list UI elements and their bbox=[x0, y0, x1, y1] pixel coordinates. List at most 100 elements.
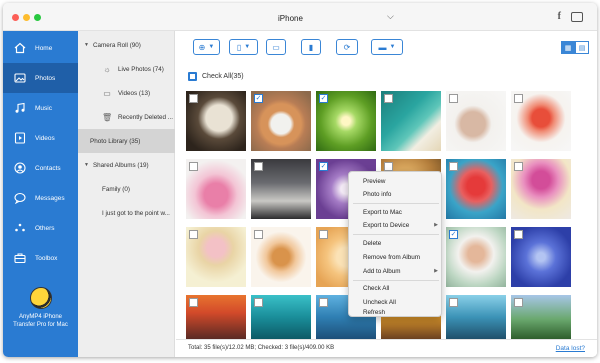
tree-item-camera-roll[interactable]: ▼ Camera Roll (90) bbox=[78, 33, 175, 57]
photo-checkbox[interactable] bbox=[254, 230, 263, 239]
photo-thumbnail[interactable] bbox=[251, 295, 311, 339]
photo-checkbox[interactable]: ✓ bbox=[319, 94, 328, 103]
submenu-arrow-icon: ▶ bbox=[434, 268, 438, 274]
photo-thumbnail[interactable] bbox=[381, 91, 441, 151]
photo-checkbox[interactable] bbox=[319, 230, 328, 239]
photo-checkbox[interactable] bbox=[514, 230, 523, 239]
context-menu: Preview Photo info Export to Mac Export … bbox=[348, 171, 442, 317]
photo-checkbox[interactable] bbox=[449, 298, 458, 307]
delete-button[interactable]: ▮ bbox=[301, 39, 321, 55]
tree-item-live-photos[interactable]: ☼ Live Photos (74) bbox=[78, 57, 175, 81]
menu-item-add-to-album[interactable]: Add to Album ▶ bbox=[349, 264, 443, 278]
photo-thumbnail[interactable] bbox=[511, 159, 571, 219]
caret-down-icon: ▼ bbox=[244, 44, 251, 50]
brand-name-line2: Transfer Pro for Mac bbox=[13, 322, 68, 328]
zoom-window-button[interactable] bbox=[34, 14, 41, 21]
menu-item-refresh[interactable]: Refresh bbox=[349, 308, 443, 317]
others-icon bbox=[13, 221, 27, 235]
menu-item-uncheck-all[interactable]: Uncheck All bbox=[349, 295, 443, 309]
minimize-window-button[interactable] bbox=[23, 14, 30, 21]
photo-checkbox[interactable] bbox=[449, 94, 458, 103]
tree-item-recently-deleted[interactable]: 🗑︎ Recently Deleted ... bbox=[78, 105, 175, 129]
sidebar-item-toolbox[interactable]: Toolbox bbox=[3, 243, 78, 273]
photos-icon bbox=[13, 71, 27, 85]
sidebar-item-music[interactable]: Music bbox=[3, 93, 78, 123]
tree-item-family[interactable]: Family (0) bbox=[78, 177, 175, 201]
photo-thumbnail[interactable] bbox=[511, 295, 571, 339]
photo-checkbox[interactable]: ✓ bbox=[319, 162, 328, 171]
sidebar-item-videos[interactable]: Videos bbox=[3, 123, 78, 153]
photo-thumbnail[interactable] bbox=[186, 227, 246, 287]
video-icon: ▭ bbox=[103, 88, 111, 98]
sidebar-item-contacts[interactable]: Contacts bbox=[3, 153, 78, 183]
photo-checkbox[interactable] bbox=[319, 298, 328, 307]
photo-checkbox[interactable] bbox=[384, 94, 393, 103]
photo-thumbnail[interactable] bbox=[446, 295, 506, 339]
photo-thumbnail[interactable] bbox=[186, 159, 246, 219]
photo-checkbox[interactable] bbox=[189, 230, 198, 239]
photo-thumbnail[interactable] bbox=[511, 91, 571, 151]
toolbox-menu-button[interactable]: ▬ ▼ bbox=[371, 39, 403, 55]
menu-item-preview[interactable]: Preview bbox=[349, 174, 443, 188]
toolbox-icon bbox=[13, 251, 27, 265]
photo-thumbnail[interactable]: ✓ bbox=[251, 91, 311, 151]
view-toggle: ▦ ▤ bbox=[561, 41, 589, 54]
data-lost-link[interactable]: Data lost? bbox=[556, 345, 585, 352]
check-all[interactable]: Check All(35) bbox=[188, 72, 244, 81]
facebook-icon[interactable]: f bbox=[558, 11, 561, 22]
sidebar-item-label: Music bbox=[35, 104, 52, 112]
device-selector[interactable]: iPhone ⌵ bbox=[273, 11, 394, 25]
photo-checkbox[interactable]: ✓ bbox=[449, 230, 458, 239]
add-button[interactable]: ⊕ ▼ bbox=[193, 39, 220, 55]
export-device-button[interactable]: ▯ ▼ bbox=[229, 39, 258, 55]
sidebar-item-others[interactable]: Others bbox=[3, 213, 78, 243]
sidebar-item-label: Messages bbox=[35, 194, 65, 202]
sidebar: Home Photos Music Videos Contacts Messag… bbox=[3, 31, 78, 357]
photo-checkbox[interactable] bbox=[514, 298, 523, 307]
export-to-pc-button[interactable]: ▭ bbox=[266, 39, 286, 55]
tree-item-shared-note[interactable]: I just got to the point w... bbox=[78, 201, 175, 225]
title-bar: iPhone ⌵ f bbox=[3, 3, 597, 31]
menu-item-remove-from-album[interactable]: Remove from Album bbox=[349, 250, 443, 264]
photo-thumbnail[interactable] bbox=[251, 227, 311, 287]
menu-item-delete[interactable]: Delete bbox=[349, 236, 443, 250]
check-all-checkbox[interactable] bbox=[188, 72, 197, 81]
expand-triangle-icon[interactable]: ▼ bbox=[84, 162, 89, 168]
sidebar-item-home[interactable]: Home bbox=[3, 33, 78, 63]
menu-item-check-all[interactable]: Check All bbox=[349, 281, 443, 295]
tree-item-videos[interactable]: ▭ Videos (13) bbox=[78, 81, 175, 105]
tree-item-shared-albums[interactable]: ▼ Shared Albums (19) bbox=[78, 153, 175, 177]
photo-checkbox[interactable]: ✓ bbox=[254, 94, 263, 103]
photo-thumbnail[interactable] bbox=[511, 227, 571, 287]
photo-thumbnail[interactable] bbox=[251, 159, 311, 219]
photo-checkbox[interactable] bbox=[449, 162, 458, 171]
expand-triangle-icon[interactable]: ▼ bbox=[84, 42, 89, 48]
photo-thumbnail[interactable] bbox=[186, 91, 246, 151]
photo-thumbnail[interactable] bbox=[186, 295, 246, 339]
menu-item-photo-info[interactable]: Photo info bbox=[349, 187, 443, 201]
sidebar-item-label: Photos bbox=[35, 74, 56, 82]
photo-thumbnail[interactable]: ✓ bbox=[316, 91, 376, 151]
sidebar-item-photos[interactable]: Photos bbox=[3, 63, 78, 93]
photo-checkbox[interactable] bbox=[514, 94, 523, 103]
photo-thumbnail[interactable] bbox=[446, 91, 506, 151]
list-view-icon[interactable]: ▤ bbox=[575, 41, 589, 54]
photo-checkbox[interactable] bbox=[384, 162, 393, 171]
tree-item-photo-library[interactable]: Photo Library (35) bbox=[78, 129, 175, 153]
grid-view-icon[interactable]: ▦ bbox=[561, 41, 575, 54]
photo-checkbox[interactable] bbox=[254, 298, 263, 307]
sidebar-item-messages[interactable]: Messages bbox=[3, 183, 78, 213]
photo-checkbox[interactable] bbox=[189, 162, 198, 171]
sidebar-item-label: Videos bbox=[35, 134, 55, 142]
refresh-button[interactable]: ⟳ bbox=[336, 39, 358, 55]
menu-item-export-to-mac[interactable]: Export to Mac bbox=[349, 205, 443, 219]
photo-thumbnail[interactable]: ✓ bbox=[446, 227, 506, 287]
photo-checkbox[interactable] bbox=[189, 94, 198, 103]
feedback-icon[interactable] bbox=[571, 12, 583, 22]
photo-checkbox[interactable] bbox=[514, 162, 523, 171]
photo-checkbox[interactable] bbox=[189, 298, 198, 307]
menu-item-export-to-device[interactable]: Export to Device ▶ bbox=[349, 218, 443, 232]
photo-thumbnail[interactable] bbox=[446, 159, 506, 219]
close-window-button[interactable] bbox=[12, 14, 19, 21]
photo-checkbox[interactable] bbox=[254, 162, 263, 171]
